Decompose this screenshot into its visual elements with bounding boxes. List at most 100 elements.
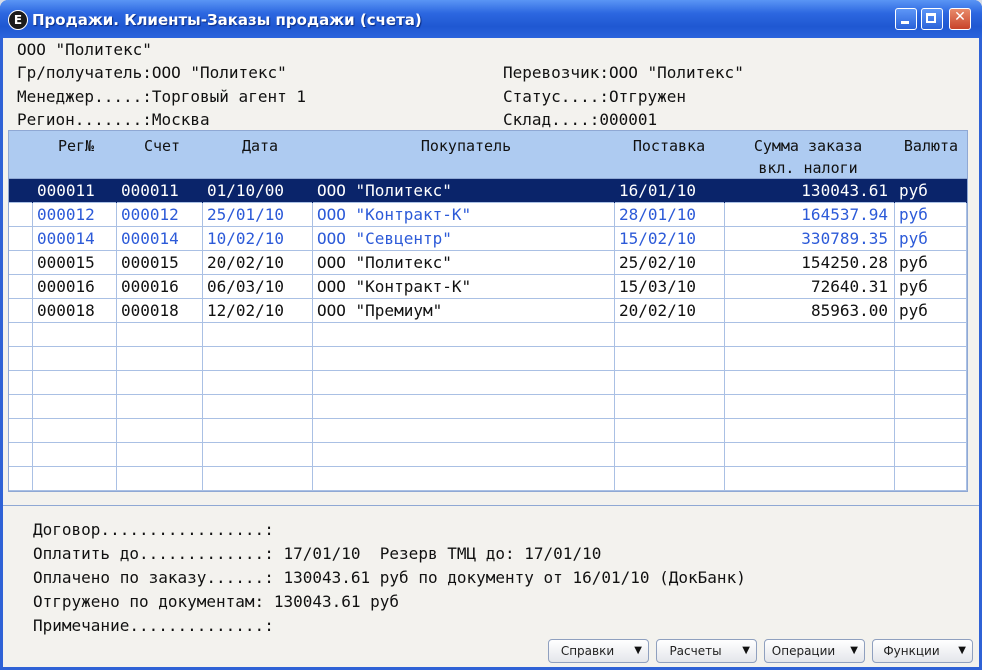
cell-sum — [725, 395, 895, 419]
references-button[interactable]: Справки ▼ — [548, 639, 649, 663]
cell-sum: 85963.00 — [725, 299, 895, 323]
cell-buyer: ООО "Премиум" — [313, 299, 615, 323]
table-row-empty[interactable] — [9, 467, 967, 491]
paid-line: Оплачено по заказу......: 130043.61 руб … — [33, 568, 746, 587]
cell-date: 12/02/10 — [203, 299, 313, 323]
note-line: Примечание..............: — [33, 616, 274, 635]
cell-date — [203, 419, 313, 443]
table-row-empty[interactable] — [9, 323, 967, 347]
cell-currency — [895, 443, 967, 467]
cell-reg — [33, 443, 117, 467]
minimize-button[interactable] — [895, 8, 917, 30]
main-window: E Продажи. Клиенты-Заказы продажи (счета… — [0, 0, 982, 670]
table-row[interactable]: 000012 000012 25/01/10 ООО "Контракт-К" 28/0… — [9, 203, 967, 227]
cell-buyer — [313, 419, 615, 443]
cell-date — [203, 443, 313, 467]
column-header-currency[interactable]: Валюта — [893, 135, 967, 157]
order-details: Договор.................: Оплатить до...… — [3, 505, 979, 636]
references-button-label: Справки — [560, 644, 615, 658]
cell-buyer — [313, 395, 615, 419]
table-row[interactable]: 000015 000015 20/02/10 ООО "Политекс" 25/02/… — [9, 251, 967, 275]
cell-buyer — [313, 467, 615, 491]
column-header-date[interactable]: Дата — [205, 135, 315, 157]
cell-buyer — [313, 323, 615, 347]
cell-currency — [895, 419, 967, 443]
cell-invoice: 000015 — [117, 251, 203, 275]
pay-by-line: Оплатить до.............: 17/01/10 Резер… — [33, 544, 602, 563]
cell-delivery — [615, 443, 725, 467]
cell-buyer: ООО "Контракт-К" — [313, 275, 615, 299]
window-title: Продажи. Клиенты-Заказы продажи (счета) — [32, 11, 422, 29]
close-button[interactable] — [949, 8, 971, 30]
functions-button[interactable]: Функции ▼ — [872, 639, 973, 663]
table-row-empty[interactable] — [9, 347, 967, 371]
table-row-empty[interactable] — [9, 443, 967, 467]
maximize-button[interactable] — [921, 8, 943, 30]
cell-delivery — [615, 347, 725, 371]
carrier: Перевозчик:ООО "Политекс" — [503, 63, 744, 82]
table-header: Рег№ Счет Дата Покупатель Поставка Сумма… — [9, 131, 967, 179]
table-row-empty[interactable] — [9, 395, 967, 419]
column-header-delivery[interactable]: Поставка — [615, 135, 723, 157]
table-row[interactable]: 000014 000014 10/02/10 ООО "Севцентр" 15/02/… — [9, 227, 967, 251]
cell-buyer — [313, 347, 615, 371]
table-row[interactable]: 000011 000011 01/10/00 ООО "Политекс" 16/01/… — [9, 179, 967, 203]
column-header-reg[interactable]: Рег№ — [31, 135, 121, 157]
cell-invoice — [117, 419, 203, 443]
cell-delivery — [615, 419, 725, 443]
cell-reg: 000016 — [33, 275, 117, 299]
cell-invoice — [117, 371, 203, 395]
table-row-empty[interactable] — [9, 419, 967, 443]
cell-currency: руб — [895, 203, 967, 227]
cell-sum: 72640.31 — [725, 275, 895, 299]
cell-delivery: 28/01/10 — [615, 203, 725, 227]
row-indicator-cell — [9, 347, 33, 371]
cell-buyer: ООО "Политекс" — [313, 251, 615, 275]
column-header-sum[interactable]: Сумма заказа вкл. налоги — [723, 135, 893, 179]
cell-invoice — [117, 347, 203, 371]
cell-invoice — [117, 323, 203, 347]
cell-sum — [725, 347, 895, 371]
cell-date — [203, 395, 313, 419]
cell-delivery: 25/02/10 — [615, 251, 725, 275]
cell-invoice: 000012 — [117, 203, 203, 227]
cell-date: 10/02/10 — [203, 227, 313, 251]
app-icon: E — [8, 10, 28, 30]
cell-date: 01/10/00 — [203, 179, 313, 203]
cell-sum — [725, 443, 895, 467]
chevron-down-icon: ▼ — [850, 645, 858, 656]
operations-button[interactable]: Операции ▼ — [764, 639, 865, 663]
cell-date — [203, 323, 313, 347]
column-header-invoice[interactable]: Счет — [117, 135, 207, 157]
row-indicator-cell — [9, 419, 33, 443]
cell-date — [203, 467, 313, 491]
cell-buyer: ООО "Севцентр" — [313, 227, 615, 251]
table-row[interactable]: 000016 000016 06/03/10 ООО "Контракт-К" 15/0… — [9, 275, 967, 299]
column-header-buyer[interactable]: Покупатель — [313, 135, 619, 157]
cell-sum — [725, 467, 895, 491]
cell-reg — [33, 347, 117, 371]
calculations-button[interactable]: Расчеты ▼ — [656, 639, 757, 663]
cell-invoice — [117, 395, 203, 419]
cell-delivery: 15/02/10 — [615, 227, 725, 251]
cell-date — [203, 371, 313, 395]
manager: Менеджер.....:Торговый агент 1 — [17, 87, 306, 106]
cell-currency: руб — [895, 251, 967, 275]
cell-delivery: 16/01/10 — [615, 179, 725, 203]
row-indicator-cell — [9, 299, 33, 323]
orders-table[interactable]: Рег№ Счет Дата Покупатель Поставка Сумма… — [8, 130, 968, 492]
cell-invoice: 000011 — [117, 179, 203, 203]
cell-sum — [725, 323, 895, 347]
cell-delivery — [615, 371, 725, 395]
calculations-button-label: Расчеты — [669, 644, 722, 658]
cell-delivery — [615, 323, 725, 347]
cell-currency — [895, 371, 967, 395]
chevron-down-icon: ▼ — [958, 645, 966, 656]
row-indicator-cell — [9, 251, 33, 275]
row-indicator-cell — [9, 203, 33, 227]
chevron-down-icon: ▼ — [742, 645, 750, 656]
table-row-empty[interactable] — [9, 371, 967, 395]
title-bar[interactable]: E Продажи. Клиенты-Заказы продажи (счета… — [0, 0, 982, 38]
cell-reg — [33, 467, 117, 491]
table-row[interactable]: 000018 000018 12/02/10 ООО "Премиум" 20/02/1… — [9, 299, 967, 323]
